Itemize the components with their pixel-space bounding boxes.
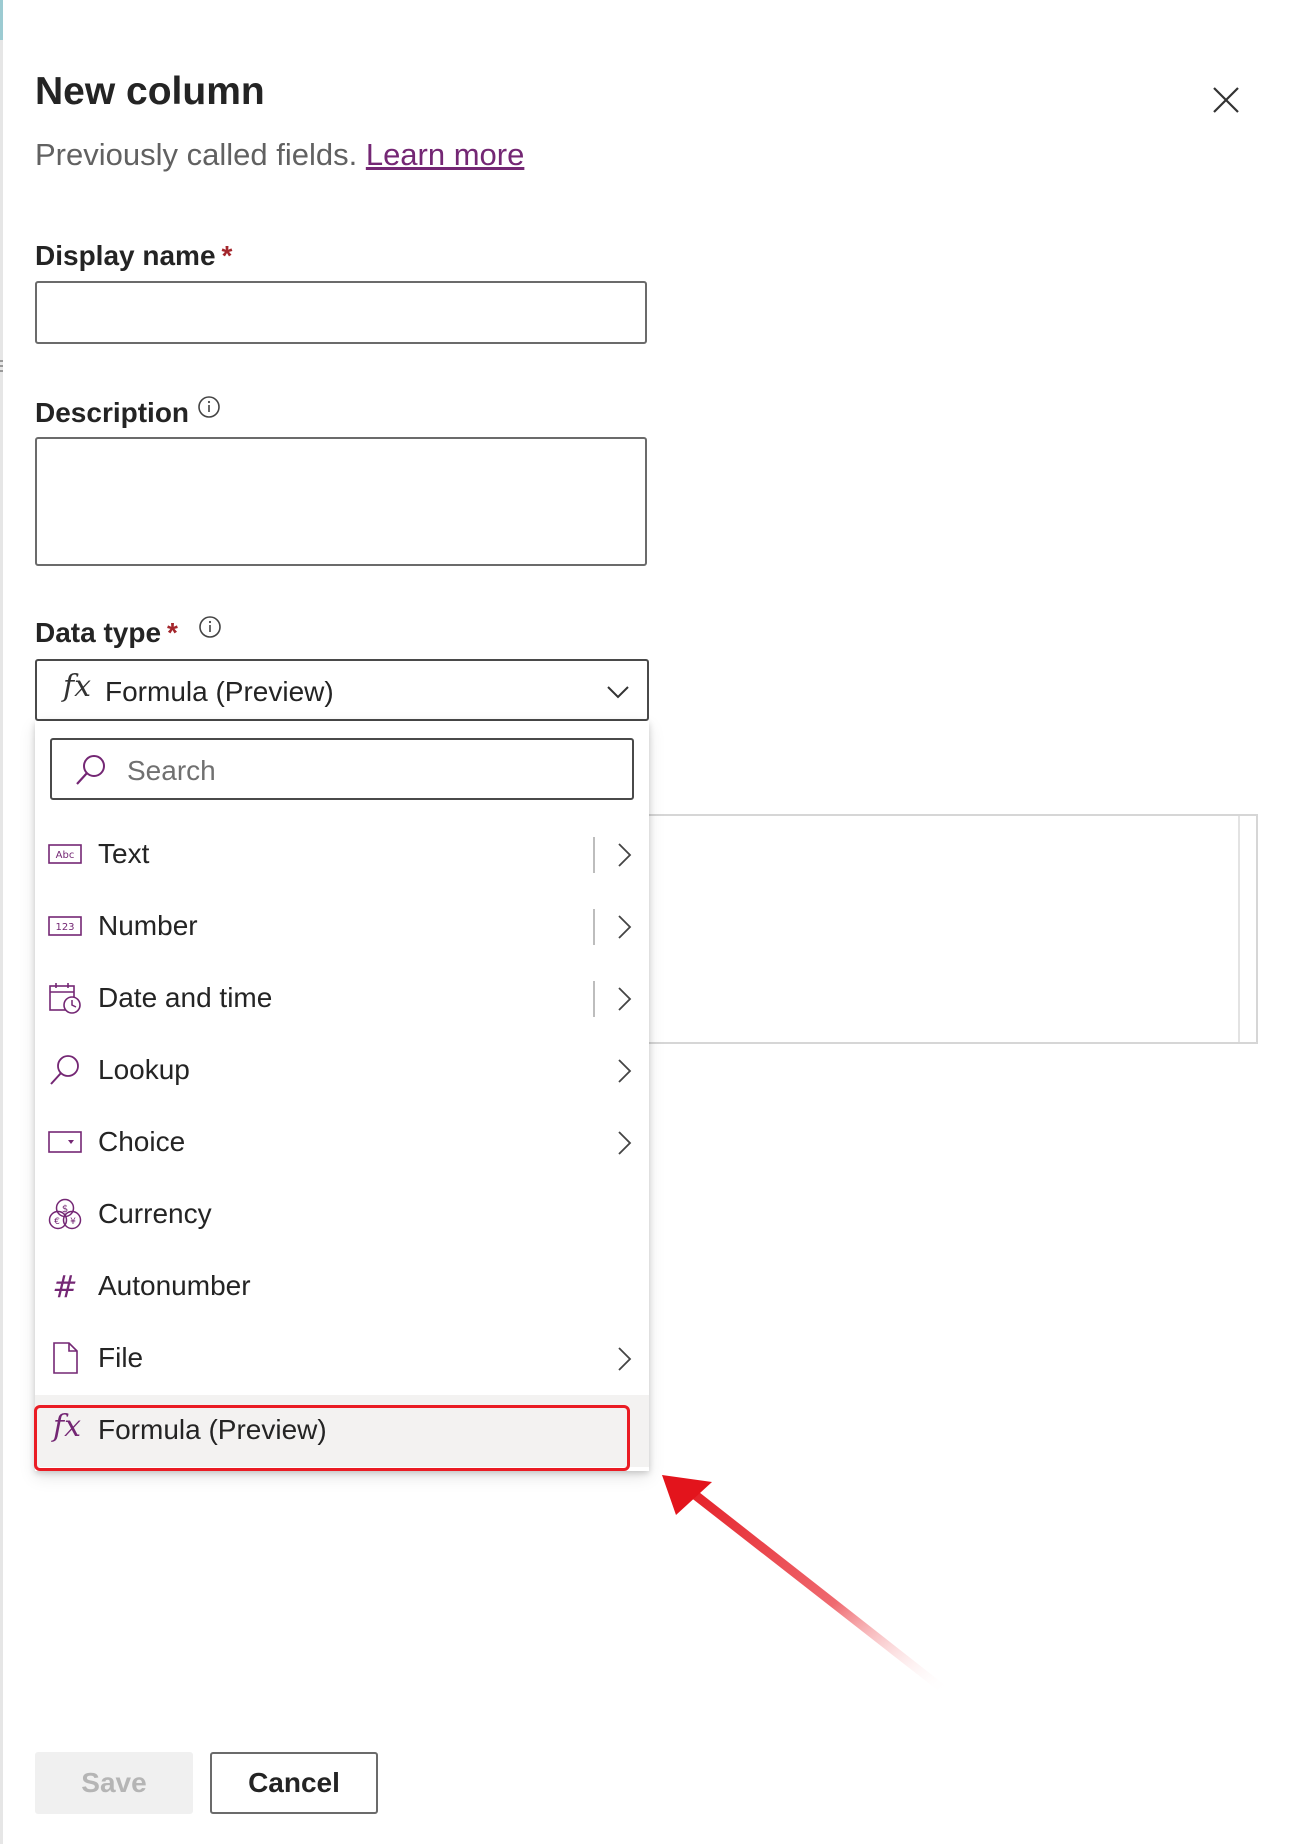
required-marker: * <box>167 617 178 648</box>
submenu-divider <box>593 837 595 873</box>
choice-dropdown-icon <box>48 1131 82 1153</box>
menu-item-number[interactable]: 123 Number <box>35 891 649 963</box>
menu-search-input[interactable]: Search <box>50 738 634 800</box>
cancel-button[interactable]: Cancel <box>210 1752 378 1814</box>
chevron-right-icon[interactable] <box>611 985 637 1013</box>
panel-title: New column <box>35 70 265 113</box>
svg-text:¥: ¥ <box>70 1217 76 1227</box>
svg-text:#: # <box>52 1270 77 1303</box>
submenu-divider <box>593 909 595 945</box>
menu-item-label: Text <box>98 838 150 869</box>
menu-item-currency[interactable]: $ € ¥ Currency <box>35 1179 649 1251</box>
menu-item-label: Autonumber <box>98 1270 251 1301</box>
hash-icon: # <box>52 1270 77 1303</box>
description-input[interactable] <box>35 437 647 566</box>
calendar-clock-icon <box>49 983 81 1014</box>
formula-editor-background <box>600 814 1258 1044</box>
new-column-panel: New column Previously called fields. Lea… <box>0 0 1290 1844</box>
close-icon[interactable] <box>1208 82 1244 118</box>
chevron-right-icon[interactable] <box>611 1057 637 1085</box>
display-name-input[interactable] <box>35 281 647 344</box>
menu-item-file[interactable]: File <box>35 1323 649 1395</box>
currency-icon: $ € ¥ <box>48 1198 82 1230</box>
menu-item-lookup[interactable]: Lookup <box>35 1035 649 1107</box>
chevron-right-icon[interactable] <box>611 1345 637 1373</box>
chevron-right-icon[interactable] <box>611 913 637 941</box>
menu-item-label: Choice <box>98 1126 186 1157</box>
chevron-down-icon <box>607 686 629 699</box>
menu-item-formula-preview[interactable]: fx Formula (Preview) <box>35 1395 649 1467</box>
svg-text:Abc: Abc <box>56 850 75 861</box>
info-icon[interactable] <box>197 395 221 419</box>
data-type-dropdown[interactable]: fx Formula (Preview) <box>35 659 649 721</box>
svg-text:€: € <box>54 1217 60 1227</box>
menu-item-choice[interactable]: Choice <box>35 1107 649 1179</box>
menu-item-label: Lookup <box>98 1054 190 1085</box>
annotation-arrow <box>662 1475 946 1692</box>
editor-scrollbar <box>1238 816 1240 1042</box>
menu-item-label: Currency <box>98 1198 212 1229</box>
menu-item-label: Date and time <box>98 982 273 1013</box>
search-icon <box>76 755 105 785</box>
panel-subtitle: Previously called fields. Learn more <box>35 137 524 173</box>
chevron-right-icon[interactable] <box>611 1129 637 1157</box>
formula-fx-icon: fx <box>63 669 92 704</box>
chevron-right-icon[interactable] <box>611 841 637 869</box>
file-icon <box>53 1342 78 1374</box>
data-type-selected-value: Formula (Preview) <box>105 676 334 707</box>
menu-item-date-and-time[interactable]: Date and time <box>35 963 649 1035</box>
data-type-label: Data type * <box>35 617 178 649</box>
required-marker: * <box>221 240 233 271</box>
formula-fx-icon: fx <box>53 1409 82 1444</box>
save-button[interactable]: Save <box>35 1752 193 1814</box>
subtitle-text: Previously called fields. <box>35 137 358 172</box>
data-type-menu: Search Abc Text 123 Number Date and time… <box>35 721 649 1471</box>
info-icon[interactable] <box>198 615 222 639</box>
description-label: Description <box>35 397 190 428</box>
menu-item-label: Formula (Preview) <box>98 1414 327 1445</box>
data-type-label-text: Data type <box>35 617 162 648</box>
display-name-label-text: Display name <box>35 240 216 271</box>
svg-text:123: 123 <box>55 922 74 933</box>
menu-item-label: Number <box>98 910 198 941</box>
menu-item-autonumber[interactable]: # Autonumber <box>35 1251 649 1323</box>
search-placeholder: Search <box>127 755 216 786</box>
menu-item-text[interactable]: Abc Text <box>35 819 649 891</box>
submenu-divider <box>593 981 595 1017</box>
menu-item-label: File <box>98 1342 144 1373</box>
learn-more-link[interactable]: Learn more <box>366 137 525 172</box>
text-abc-icon: Abc <box>48 844 82 864</box>
display-name-label: Display name * <box>35 240 232 272</box>
svg-text:$: $ <box>62 1204 68 1215</box>
number-123-icon: 123 <box>48 916 82 936</box>
search-icon <box>50 1055 79 1085</box>
